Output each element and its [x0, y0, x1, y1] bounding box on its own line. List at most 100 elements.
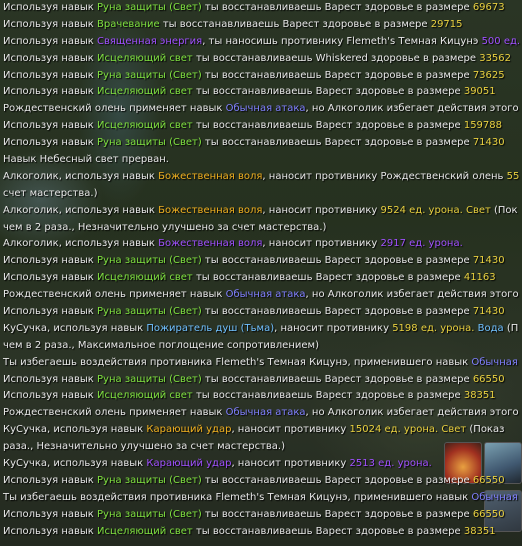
log-text: Ты избегаешь воздействия противника Flem…: [3, 491, 472, 503]
log-highlight: Руна защиты (Свет): [97, 508, 202, 520]
log-highlight: 9524 ед. урона.: [380, 204, 463, 216]
log-highlight: Обычная: [471, 491, 518, 503]
log-highlight: Руна защиты (Свет): [97, 2, 202, 13]
log-text: Рождественский олень применяет навык: [3, 103, 226, 115]
log-highlight: Исцеляющий свет: [97, 52, 193, 64]
log-highlight: Обычная: [471, 356, 518, 368]
combat-log: Используя навык Руна защиты (Свет) ты во…: [3, 0, 522, 541]
log-text: , наносит противнику: [231, 424, 350, 436]
log-highlight: 55: [506, 170, 520, 182]
log-text: ты восстанавливаешь Варест здоровье в ра…: [201, 255, 473, 267]
log-highlight: Исцеляющий свет: [97, 390, 193, 402]
log-highlight: Карающий удар: [146, 458, 232, 470]
log-text: Используя навык: [3, 120, 98, 132]
log-text: Рождественский олень применяет навык: [3, 289, 226, 301]
log-line: Используя навык Руна защиты (Свет) ты во…: [3, 304, 522, 321]
log-text: (П: [503, 322, 519, 334]
log-highlight: 29715: [430, 18, 463, 30]
log-line: Ты избегаешь воздействия противника Flem…: [3, 355, 522, 372]
log-text: , но Алкоголик избегает действия этого э: [305, 103, 522, 115]
log-text: Алкоголик, используя навык: [3, 170, 159, 182]
log-text: Используя навык: [3, 525, 98, 537]
log-text: , наносит противнику: [274, 322, 393, 334]
log-text: ты восстанавливаешь Варест здоровье в ра…: [201, 69, 473, 81]
log-text: Используя навык: [3, 2, 98, 13]
log-line: Алкоголик, используя навык Божественная …: [3, 203, 522, 220]
log-text: ты восстанавливаешь Варест здоровье в ра…: [192, 86, 464, 98]
log-line: Используя навык Исцеляющий свет ты восст…: [3, 388, 522, 405]
log-highlight: Руна защиты (Свет): [97, 137, 202, 149]
log-text: Используя навык: [3, 474, 98, 486]
log-text: , наносит противнику: [262, 238, 381, 250]
log-text: Используя навык: [3, 508, 98, 520]
log-line: Используя навык Исцеляющий свет ты восст…: [3, 118, 522, 135]
log-text: (Показ: [466, 424, 505, 436]
log-text: Используя навык: [3, 390, 98, 402]
log-highlight: Руна защиты (Свет): [97, 255, 202, 267]
log-highlight: 15024 ед. урона.: [349, 424, 439, 436]
log-line: Используя навык Руна защиты (Свет) ты во…: [3, 0, 522, 17]
log-line: раза., Незначительно улучшено за счет ма…: [3, 439, 522, 456]
log-text: , но Алкоголик избегает действия этого э: [305, 407, 522, 419]
log-highlight: Врачевание: [97, 18, 160, 30]
log-text: , но Алкоголик избегает действия этого э: [305, 289, 522, 301]
log-line: Используя навык Руна защиты (Свет) ты во…: [3, 473, 522, 490]
log-highlight: Руна защиты (Свет): [97, 373, 202, 385]
log-text: ты восстанавливаешь Варест здоровье в ра…: [192, 390, 464, 402]
log-text: Используя навык: [3, 69, 98, 81]
log-highlight: 41163: [463, 272, 496, 284]
log-line: Рождественский олень применяет навык Обы…: [3, 101, 522, 118]
log-text: Используя навык: [3, 306, 98, 318]
log-highlight: Руна защиты (Свет): [97, 306, 202, 318]
log-highlight: 66550: [472, 474, 505, 486]
log-highlight: 71430: [472, 306, 505, 318]
log-highlight: 39051: [463, 86, 496, 98]
log-highlight: Свет: [438, 424, 467, 436]
log-text: ты восстанавливаешь Варест здоровье в ра…: [192, 272, 464, 284]
log-text: (Пок: [490, 204, 518, 216]
log-highlight: Обычная атака: [225, 103, 306, 115]
log-highlight: Руна защиты (Свет): [97, 474, 202, 486]
log-line: Используя навык Руна защиты (Свет) ты во…: [3, 135, 522, 152]
log-highlight: 500 ед.: [481, 35, 521, 47]
log-text: ты восстанавливаешь Варест здоровье в ра…: [201, 474, 473, 486]
log-text: чем в 2 раза., Максимальное поглощение с…: [3, 339, 319, 351]
log-text: ты восстанавливаешь Варест здоровье в ра…: [159, 18, 431, 30]
log-highlight: 5198 ед. урона.: [392, 322, 475, 334]
log-text: Ты избегаешь воздействия противника Flem…: [3, 356, 472, 368]
log-text: Алкоголик, используя навык: [3, 204, 159, 216]
log-highlight: 33562: [479, 52, 512, 64]
log-text: Алкоголик, используя навык: [3, 238, 159, 250]
log-text: ты восстанавливаешь Варест здоровье в ра…: [201, 373, 473, 385]
log-highlight: Исцеляющий свет: [97, 525, 193, 537]
log-text: счет мастерства.): [3, 187, 98, 199]
log-line: Используя навык Врачевание ты восстанавл…: [3, 17, 522, 34]
log-highlight: Обычная атака: [225, 289, 306, 301]
log-highlight: 2917 ед. урона.: [380, 238, 463, 250]
log-line: Рождественский олень применяет навык Обы…: [3, 405, 522, 422]
log-line: Используя навык Священная энергия, ты на…: [3, 34, 522, 51]
log-text: Используя навык: [3, 137, 98, 149]
log-text: раза., Незначительно улучшено за счет ма…: [3, 441, 285, 453]
log-highlight: Священная энергия: [97, 35, 203, 47]
log-highlight: Свет: [462, 204, 491, 216]
log-highlight: 69673: [472, 2, 505, 13]
log-highlight: 159788: [463, 120, 503, 132]
log-line: Используя навык Исцеляющий свет ты восст…: [3, 270, 522, 287]
log-text: ты восстанавливаешь Варест здоровье в ра…: [192, 120, 464, 132]
log-text: ты восстанавливаешь Варест здоровье в ра…: [192, 525, 464, 537]
log-line: Используя навык Руна защиты (Свет) ты во…: [3, 68, 522, 85]
log-highlight: 2513 ед. урона.: [349, 458, 432, 470]
log-line: КуСучка, используя навык Карающий удар, …: [3, 422, 522, 439]
log-highlight: Исцеляющий свет: [97, 120, 193, 132]
log-line: Ты избегаешь воздействия противника Flem…: [3, 490, 522, 507]
log-text: , ты наносишь противнику Flemeth's Темна…: [202, 35, 482, 47]
log-line: Используя навык Руна защиты (Свет) ты во…: [3, 253, 522, 270]
log-text: ты восстанавливаешь Варест здоровье в ра…: [201, 306, 473, 318]
log-line: чем в 2 раза., Максимальное поглощение с…: [3, 338, 522, 355]
log-line: Используя навык Исцеляющий свет ты восст…: [3, 84, 522, 101]
log-text: ты восстанавливаешь Варест здоровье в ра…: [201, 508, 473, 520]
log-text: Используя навык: [3, 373, 98, 385]
log-text: КуСучка, используя навык: [3, 458, 147, 470]
log-text: , наносит противнику Рождественский олен…: [262, 170, 507, 182]
